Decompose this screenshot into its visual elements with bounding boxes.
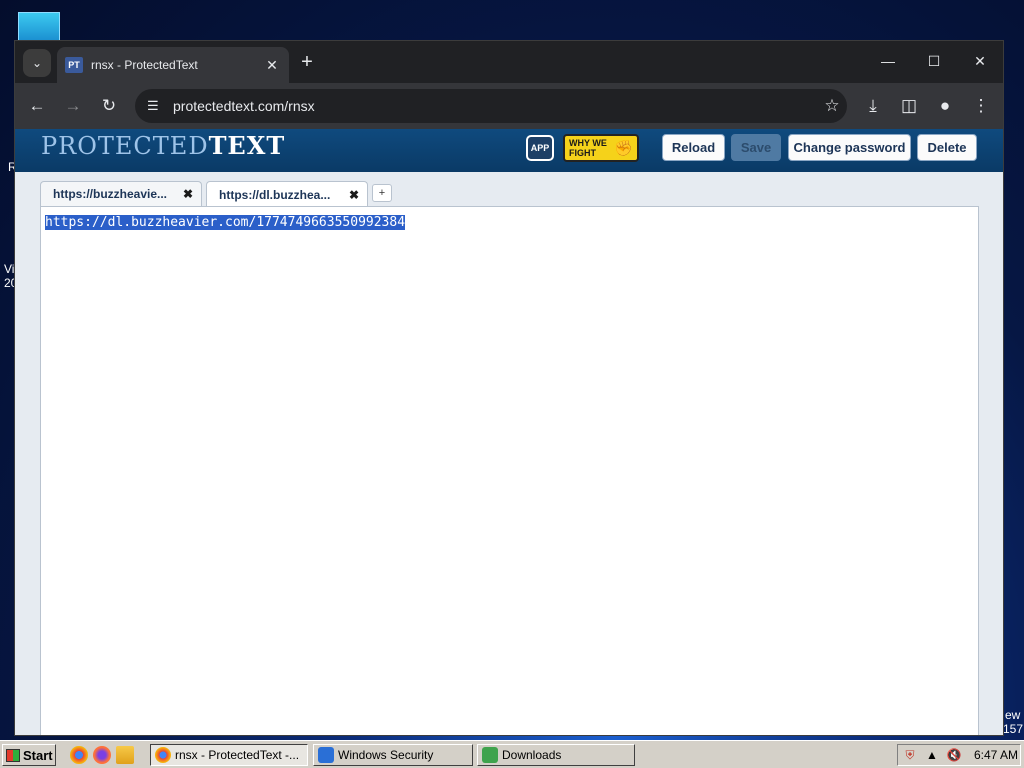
- folder-quicklaunch-icon[interactable]: [116, 746, 134, 764]
- security-alert-icon[interactable]: ⛨: [902, 747, 918, 763]
- chrome-quicklaunch-icon[interactable]: [70, 746, 88, 764]
- desktop-label-fragment: ew: [1005, 708, 1021, 722]
- profile-avatar-icon[interactable]: ●: [931, 92, 959, 120]
- text-editor[interactable]: https://dl.buzzheavier.com/1774749663550…: [40, 206, 979, 735]
- selected-text[interactable]: https://dl.buzzheavier.com/1774749663550…: [45, 215, 406, 230]
- address-bar[interactable]: ☰ protectedtext.com/rnsx ☆: [135, 89, 847, 123]
- minimize-icon[interactable]: —: [865, 47, 911, 75]
- bookmark-star-icon[interactable]: ☆: [817, 96, 847, 116]
- start-button[interactable]: Start: [2, 744, 56, 766]
- firefox-quicklaunch-icon[interactable]: [93, 746, 111, 764]
- clock[interactable]: 6:47 AM: [974, 748, 1018, 762]
- fist-icon: ✊: [614, 140, 633, 157]
- forward-arrow-icon[interactable]: →: [59, 92, 87, 120]
- why-we-fight-badge[interactable]: WHY WE FIGHT ✊: [563, 134, 639, 162]
- change-password-button[interactable]: Change password: [788, 134, 911, 161]
- fight-badge-label: WHY WE FIGHT: [569, 138, 607, 158]
- taskbar-item-label: Windows Security: [338, 748, 434, 762]
- logo-text-bold: TEXT: [208, 131, 286, 160]
- document-tab[interactable]: https://buzzheavie... ✖: [40, 181, 202, 206]
- delete-button[interactable]: Delete: [917, 134, 977, 161]
- taskbar-item-label: Downloads: [502, 748, 562, 762]
- document-tab-close-icon[interactable]: ✖: [183, 187, 193, 201]
- url-text[interactable]: protectedtext.com/rnsx: [173, 98, 817, 114]
- site-logo[interactable]: PROTECTEDTEXT: [41, 131, 285, 160]
- taskbar-item-downloads[interactable]: Downloads: [477, 744, 635, 766]
- save-button[interactable]: Save: [731, 134, 781, 161]
- browser-toolbar: ← → ↻ ☰ protectedtext.com/rnsx ☆ ⤓ ◫ ● ⋮: [15, 83, 1003, 129]
- shield-icon: [318, 747, 334, 763]
- taskbar-item-label: rnsx - ProtectedText -...: [175, 748, 300, 762]
- back-arrow-icon[interactable]: ←: [23, 92, 51, 120]
- chrome-icon: [155, 747, 171, 763]
- reload-button[interactable]: Reload: [662, 134, 725, 161]
- browser-tab-strip: ⌄ PT rnsx - ProtectedText ✕ + — ☐ ✕: [15, 41, 1003, 83]
- download-icon[interactable]: ⤓: [859, 92, 887, 120]
- protectedtext-favicon-icon: PT: [65, 57, 83, 73]
- add-document-tab-button[interactable]: +: [372, 184, 392, 202]
- desktop-label-fragment: 157: [1003, 722, 1024, 736]
- page-content: PROTECTEDTEXT APP WHY WE FIGHT ✊ Reload …: [15, 129, 1003, 735]
- browser-tab-title: rnsx - ProtectedText: [91, 58, 198, 72]
- volume-muted-icon[interactable]: 🔇: [946, 747, 962, 763]
- site-settings-icon[interactable]: ☰: [147, 98, 173, 114]
- side-panel-icon[interactable]: ◫: [895, 92, 923, 120]
- windows-logo-icon: [6, 748, 20, 762]
- new-tab-plus-icon[interactable]: +: [295, 50, 319, 74]
- taskbar-item-windows-security[interactable]: Windows Security: [313, 744, 473, 766]
- desktop-label-fragment: Vi: [4, 262, 15, 276]
- logo-text-light: PROTECTED: [41, 132, 209, 160]
- taskbar: Start rnsx - ProtectedText -... Windows …: [0, 740, 1024, 768]
- maximize-icon[interactable]: ☐: [911, 47, 957, 75]
- site-header: PROTECTEDTEXT APP WHY WE FIGHT ✊ Reload …: [15, 129, 1003, 172]
- document-tab-label: https://dl.buzzhea...: [219, 187, 331, 202]
- reload-icon[interactable]: ↻: [95, 92, 123, 120]
- taskbar-item-browser[interactable]: rnsx - ProtectedText -...: [150, 744, 308, 766]
- app-download-icon[interactable]: APP: [526, 135, 554, 161]
- browser-tab[interactable]: PT rnsx - ProtectedText ✕: [57, 47, 289, 83]
- document-tab-close-icon[interactable]: ✖: [349, 188, 359, 202]
- browser-window: ⌄ PT rnsx - ProtectedText ✕ + — ☐ ✕ ← → …: [14, 40, 1004, 736]
- network-icon[interactable]: ▲: [924, 747, 940, 763]
- desktop-icon[interactable]: [18, 12, 60, 42]
- tab-search-chevron-icon[interactable]: ⌄: [23, 49, 51, 77]
- menu-dots-icon[interactable]: ⋮: [967, 92, 995, 120]
- download-arrow-icon: [482, 747, 498, 763]
- document-tab-active[interactable]: https://dl.buzzhea... ✖: [206, 181, 368, 207]
- tab-close-icon[interactable]: ✕: [263, 57, 281, 74]
- start-label: Start: [23, 747, 53, 763]
- system-tray: ⛨ ▲ 🔇 6:47 AM: [897, 744, 1021, 766]
- window-close-icon[interactable]: ✕: [957, 47, 1003, 75]
- document-tab-label: https://buzzheavie...: [53, 187, 168, 201]
